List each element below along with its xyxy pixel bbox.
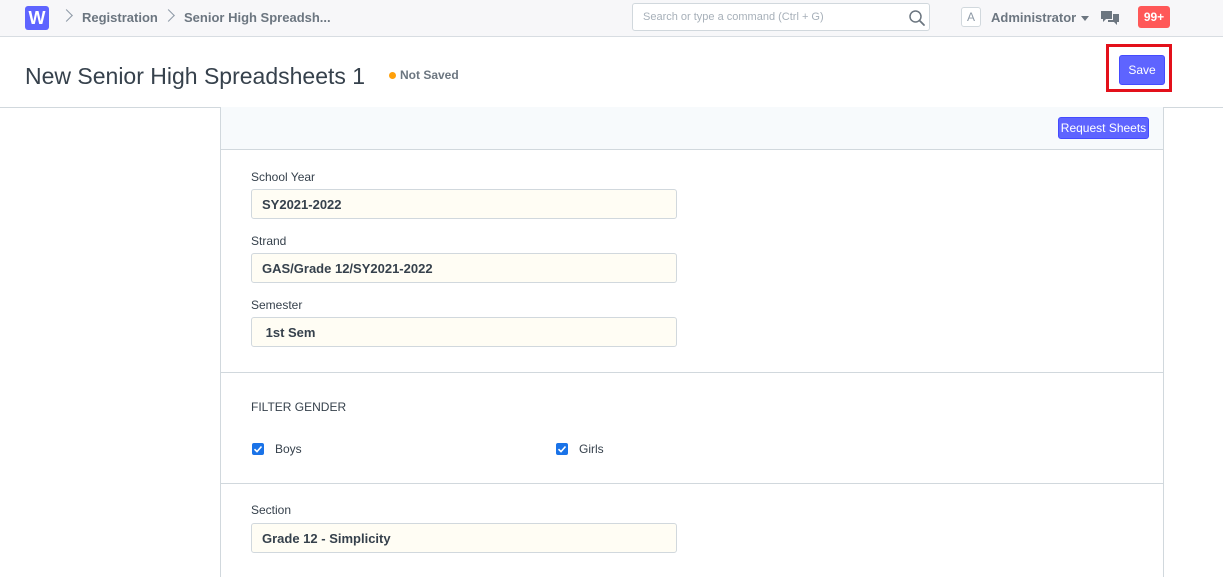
section-divider — [221, 483, 1163, 484]
status-indicator: Not Saved — [400, 68, 459, 82]
breadcrumb-registration[interactable]: Registration — [82, 10, 158, 25]
top-navbar: W Registration Senior High Spreadsh... A… — [0, 0, 1223, 37]
breadcrumb-senior-high-spreadsheets[interactable]: Senior High Spreadsh... — [184, 10, 331, 25]
strand-label: Strand — [251, 234, 287, 248]
caret-down-icon — [1081, 16, 1090, 22]
notifications-badge[interactable]: 99+ — [1138, 6, 1170, 28]
boys-checkbox[interactable] — [252, 443, 264, 455]
status-dot-icon — [389, 72, 396, 79]
checkmark-icon — [557, 445, 567, 453]
girls-label: Girls — [579, 442, 604, 456]
user-name: Administrator — [991, 10, 1077, 25]
boys-label: Boys — [275, 442, 302, 456]
chat-icon[interactable] — [1100, 9, 1120, 27]
semester-field[interactable] — [251, 317, 677, 347]
section-field[interactable] — [251, 523, 677, 553]
checkmark-icon — [253, 445, 263, 453]
chevron-right-icon — [162, 9, 175, 22]
girls-checkbox-row[interactable]: Girls — [556, 442, 616, 458]
strand-field[interactable] — [251, 253, 677, 283]
chevron-right-icon — [60, 9, 73, 22]
page-title: New Senior High Spreadsheets 1 — [25, 63, 366, 89]
form-card: Request Sheets School Year Strand Semest… — [220, 107, 1164, 577]
section-divider — [221, 372, 1163, 373]
search-icon[interactable] — [908, 9, 926, 27]
page-head: New Senior High Spreadsheets 1 Not Saved… — [0, 37, 1223, 108]
school-year-label: School Year — [251, 170, 316, 184]
request-sheets-button[interactable]: Request Sheets — [1058, 117, 1149, 139]
app-logo[interactable]: W — [25, 6, 49, 30]
avatar[interactable]: A — [961, 7, 981, 27]
search-bar — [632, 3, 930, 31]
save-button[interactable]: Save — [1119, 55, 1165, 85]
search-input[interactable] — [633, 4, 903, 30]
boys-checkbox-row[interactable]: Boys — [252, 442, 312, 458]
user-menu[interactable]: Administrator — [991, 10, 1090, 25]
school-year-field[interactable] — [251, 189, 677, 219]
filter-gender-heading: FILTER GENDER — [251, 400, 347, 414]
semester-label: Semester — [251, 298, 303, 312]
girls-checkbox[interactable] — [556, 443, 568, 455]
form-toolbar: Request Sheets — [221, 107, 1163, 150]
section-label: Section — [251, 503, 292, 517]
